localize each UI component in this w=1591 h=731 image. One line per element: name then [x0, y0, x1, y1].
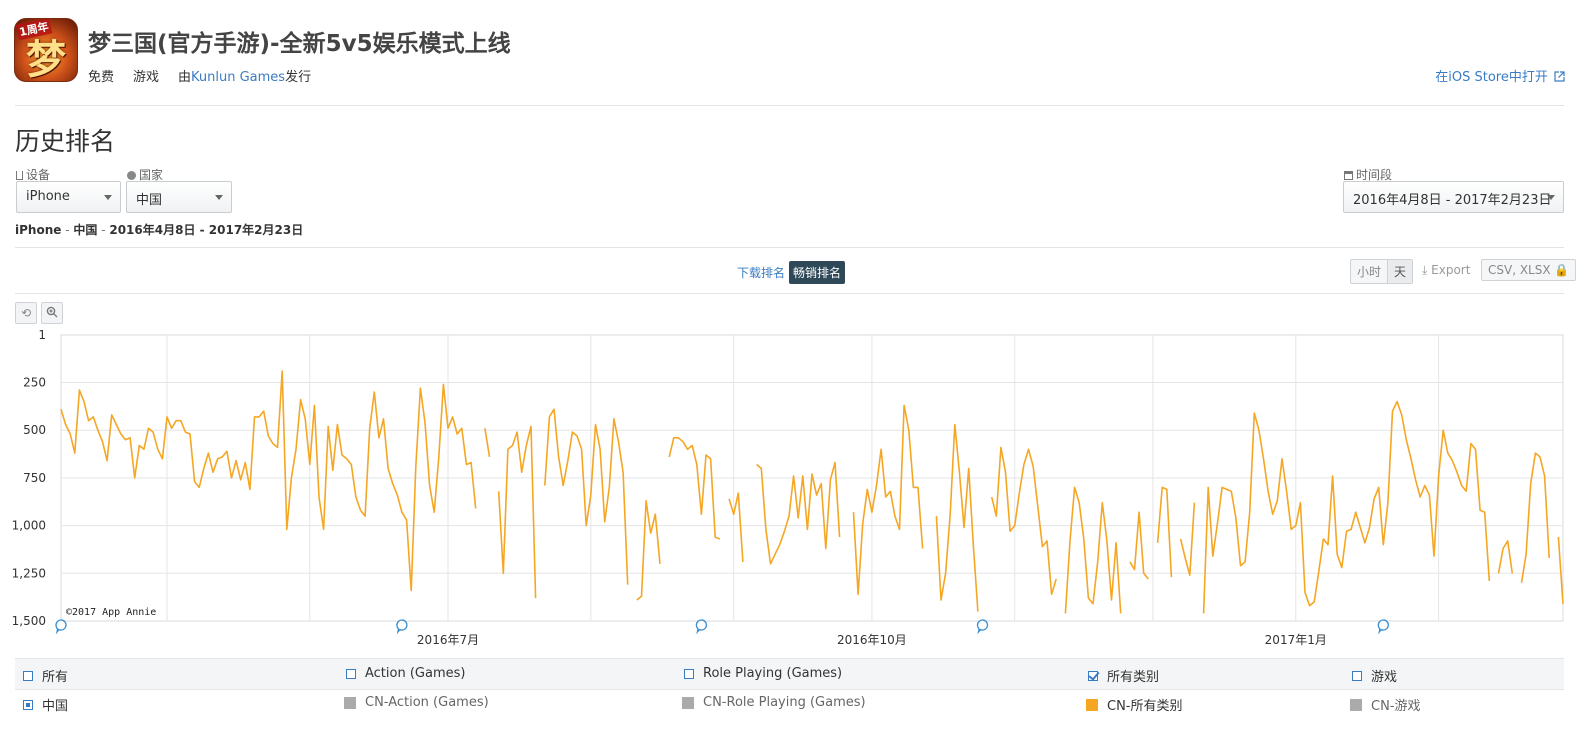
country-select[interactable]: 中国	[126, 181, 232, 213]
annotation-bubble[interactable]	[55, 619, 67, 635]
y-tick-label: 1,500	[12, 614, 46, 628]
price-label: 免费	[88, 70, 115, 85]
chevron-down-icon	[215, 195, 223, 200]
y-tick-label: 500	[23, 423, 46, 437]
x-tick-label: 2017年1月	[1265, 633, 1327, 647]
export-format-button[interactable]: CSV, XLSX 🔒	[1481, 259, 1577, 281]
category-link[interactable]: 游戏	[133, 66, 159, 85]
granularity-toggle: 小时 天	[1350, 259, 1414, 284]
legend-action-games[interactable]: Action (Games)	[346, 666, 465, 681]
legend-series-cn-action[interactable]: CN-Action (Games)	[344, 695, 489, 710]
checkbox[interactable]	[684, 668, 694, 679]
legend-country-china[interactable]: 中国	[23, 695, 68, 714]
legend-series-cn-role-playing[interactable]: CN-Role Playing (Games)	[682, 695, 866, 710]
tab-grossing[interactable]: 畅销排名	[789, 261, 846, 284]
legend-role-playing-games[interactable]: Role Playing (Games)	[684, 666, 842, 681]
annotation-bubble[interactable]	[1377, 619, 1389, 635]
rank-chart[interactable]: 1 250 500 750 1,000 1,250 1,500 2016年7月 2016年10月…	[0, 320, 1591, 655]
annotation-marker-icon	[695, 619, 707, 635]
hour-button[interactable]: 小时	[1351, 260, 1387, 283]
chart-watermark: ©2017 App Annie	[66, 607, 156, 618]
publisher-line: 由Kunlun Games发行	[178, 66, 311, 85]
checkbox-selected[interactable]	[23, 699, 33, 710]
x-tick-label: 2016年7月	[417, 633, 479, 647]
filters-divider	[15, 247, 1564, 248]
series-swatch	[1350, 698, 1362, 711]
series-swatch	[682, 696, 694, 709]
period-select[interactable]: 2016年4月8日 - 2017年2月23日	[1343, 181, 1564, 213]
checkbox[interactable]	[1352, 670, 1362, 681]
lock-icon: 🔒	[1554, 263, 1570, 277]
download-icon: ⤓	[1422, 263, 1428, 277]
annotation-bubble[interactable]	[976, 619, 989, 635]
device-icon	[16, 171, 23, 180]
annotation-marker-icon	[396, 619, 408, 635]
checkbox[interactable]	[346, 668, 356, 679]
legend-all-categories[interactable]: 所有类别	[1088, 666, 1159, 685]
legend-series-cn-games[interactable]: CN-游戏	[1350, 695, 1421, 714]
zoom-in-icon	[46, 306, 58, 318]
app-icon: 1周年 梦	[14, 18, 78, 82]
annotation-bubble[interactable]	[396, 619, 408, 635]
open-in-store-label: 在iOS Store中打开	[1435, 70, 1548, 85]
y-tick-label: 750	[23, 471, 46, 485]
day-button[interactable]: 天	[1387, 260, 1413, 283]
open-in-store-link[interactable]: 在iOS Store中打开	[1435, 66, 1565, 85]
device-select[interactable]: iPhone	[16, 181, 121, 213]
annotation-marker-icon	[55, 619, 67, 635]
publisher-link[interactable]: Kunlun Games	[191, 70, 285, 85]
checkbox-checked[interactable]	[1088, 670, 1098, 681]
app-icon-glyph: 梦	[26, 36, 66, 82]
annotation-marker-icon	[1377, 619, 1389, 635]
globe-icon	[127, 171, 136, 180]
header-divider	[15, 105, 1564, 106]
legend-games[interactable]: 游戏	[1352, 666, 1397, 685]
toolbar-divider	[15, 293, 1564, 294]
y-tick-label: 1,000	[12, 519, 46, 533]
publisher-suffix: 发行	[285, 70, 312, 85]
x-tick-label: 2016年10月	[837, 633, 907, 647]
annotation-marker-icon	[976, 619, 989, 635]
reset-icon: ⟲	[20, 306, 32, 320]
series-swatch	[1086, 698, 1098, 711]
calendar-icon	[1344, 171, 1353, 180]
tab-downloads[interactable]: 下载排名	[737, 264, 785, 281]
legend-series-cn-all-categories[interactable]: CN-所有类别	[1086, 695, 1183, 714]
breadcrumb: iPhone - 中国 - 2016年4月8日 - 2017年2月23日	[15, 223, 304, 237]
annotation-bubble[interactable]	[695, 619, 707, 635]
y-tick-label: 1,250	[12, 566, 46, 580]
app-title: 梦三国(官方手游)-全新5v5娱乐模式上线	[88, 31, 511, 57]
publisher-prefix: 由	[178, 70, 192, 85]
y-tick-label: 1	[38, 328, 46, 342]
y-tick-label: 250	[23, 376, 46, 390]
series-swatch	[344, 696, 356, 709]
legend-all[interactable]: 所有	[23, 666, 68, 685]
chevron-down-icon	[1547, 195, 1555, 200]
chevron-down-icon	[104, 195, 112, 200]
external-link-icon	[1554, 71, 1565, 82]
export-button[interactable]: ⤓ Export	[1422, 263, 1470, 278]
checkbox[interactable]	[23, 670, 33, 681]
page-title: 历史排名	[15, 127, 116, 156]
